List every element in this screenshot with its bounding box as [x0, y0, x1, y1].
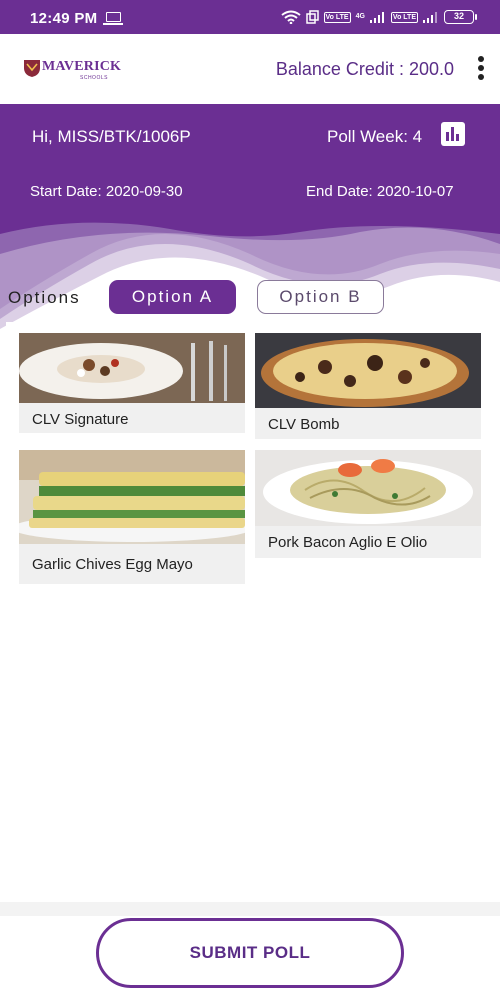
- status-time: 12:49 PM: [30, 10, 98, 27]
- menu-item-name: CLV Bomb: [268, 416, 340, 433]
- menu-card[interactable]: CLV Bomb: [255, 333, 481, 439]
- menu-item-name: CLV Signature: [32, 411, 129, 428]
- copy-icon: [305, 10, 319, 24]
- app-header: MAVERICK SCHOOLS Balance Credit : 200.0: [0, 34, 500, 104]
- signal-icon-2: [423, 12, 437, 23]
- menu-item-name: Garlic Chives Egg Mayo: [32, 556, 193, 573]
- food-photo: [255, 333, 481, 408]
- options-label: Options: [8, 288, 81, 307]
- tab-option-a[interactable]: Option A: [109, 280, 236, 314]
- battery-icon: 32: [444, 10, 477, 24]
- menu-item-name: Pork Bacon Aglio E Olio: [268, 534, 428, 551]
- poll-week: Poll Week: 4: [327, 127, 423, 146]
- food-photo: [19, 333, 245, 403]
- food-photo: [255, 450, 481, 526]
- balance-credit: Balance Credit : 200.0: [275, 59, 454, 79]
- laptop-icon: [103, 12, 123, 25]
- start-date: Start Date: 2020-09-30: [30, 183, 183, 200]
- end-date: End Date: 2020-10-07: [306, 183, 454, 200]
- volte-badge-2: Vo LTE: [390, 11, 418, 23]
- tab-option-b[interactable]: Option B: [257, 280, 384, 314]
- more-options-icon[interactable]: [476, 56, 486, 84]
- logo-text: MAVERICK: [42, 59, 122, 74]
- food-photo: [19, 450, 245, 544]
- volte-badge-1: Vo LTE: [323, 11, 351, 23]
- network-type: 4G: [355, 13, 365, 20]
- wifi-icon: [280, 10, 301, 24]
- status-icons: Vo LTE 4G Vo LTE 32: [280, 9, 477, 25]
- signal-icon-1: [369, 12, 384, 23]
- school-logo: MAVERICK SCHOOLS: [22, 56, 122, 84]
- bar-chart-icon[interactable]: [441, 122, 465, 146]
- logo-subtext: SCHOOLS: [80, 75, 108, 81]
- status-bar: 12:49 PM Vo LTE 4G Vo LTE 32: [0, 0, 500, 34]
- greeting-text: Hi, MISS/BTK/1006P: [32, 127, 191, 146]
- crest-icon: [24, 60, 40, 77]
- menu-card[interactable]: Garlic Chives Egg Mayo: [19, 450, 245, 584]
- menu-card[interactable]: CLV Signature: [19, 333, 245, 433]
- footer-divider: [0, 902, 500, 916]
- menu-card[interactable]: Pork Bacon Aglio E Olio: [255, 450, 481, 558]
- submit-poll-button[interactable]: SUBMIT POLL: [96, 918, 404, 988]
